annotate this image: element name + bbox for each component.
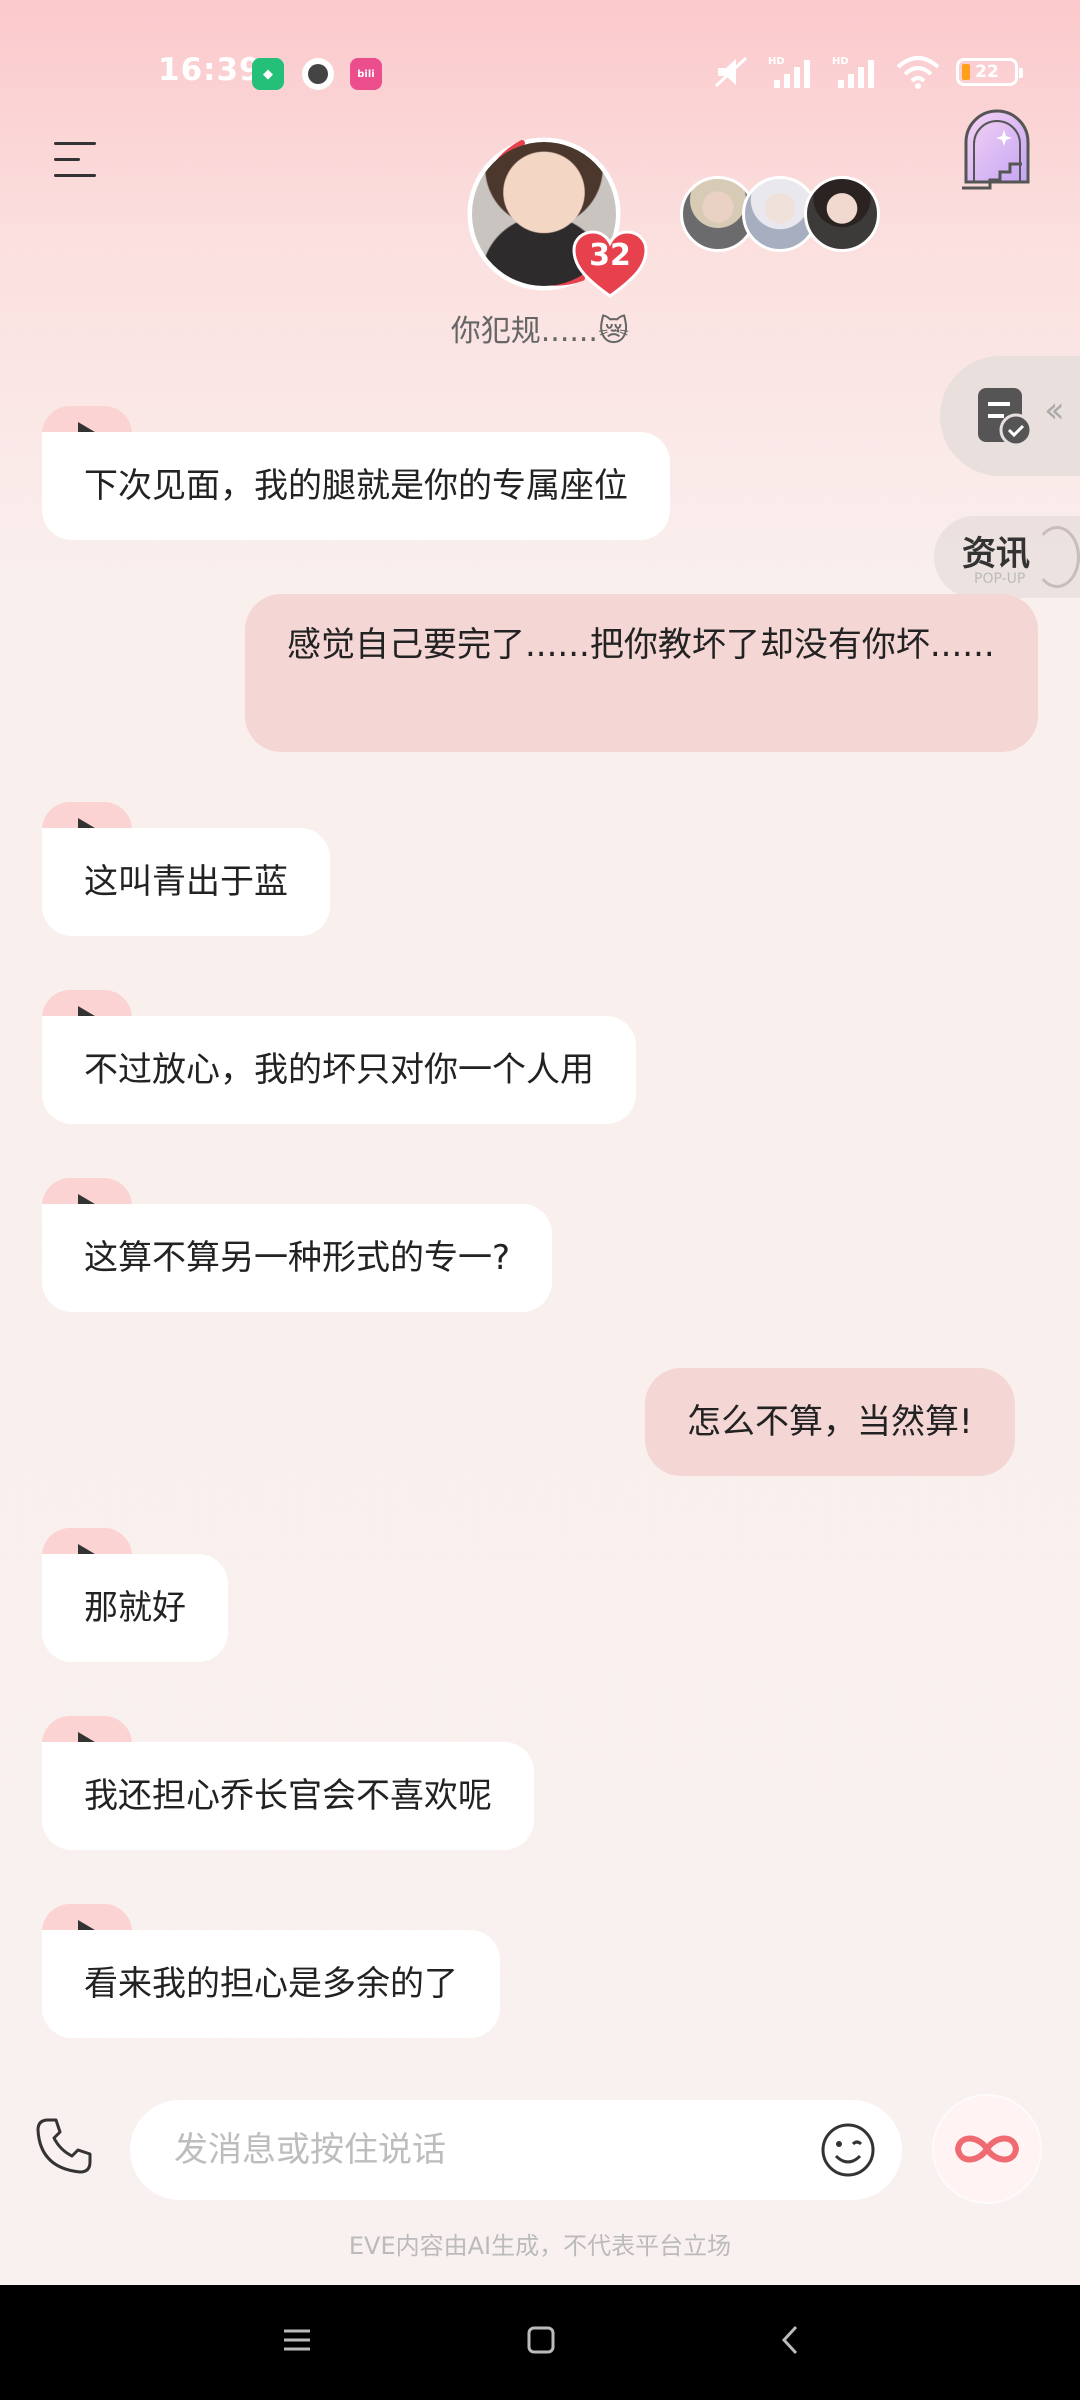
mute-icon <box>714 56 748 88</box>
message-text: 这叫青出于蓝 <box>42 828 330 936</box>
svg-text:HD: HD <box>768 56 785 67</box>
battery-icon: 22 <box>956 58 1023 86</box>
signal-hd-icon: HD <box>768 56 810 88</box>
wifi-icon <box>896 56 940 89</box>
message-text: 下次见面，我的腿就是你的专属座位 <box>42 432 670 540</box>
chat-area[interactable]: 下次见面，我的腿就是你的专属座位 感觉自己要完了......把你教坏了却没有你坏… <box>0 400 1080 2040</box>
message-text: 我还担心乔长官会不喜欢呢 <box>42 1742 534 1850</box>
message-text: 看来我的担心是多余的了 <box>42 1930 500 2038</box>
message-outgoing: 感觉自己要完了......把你教坏了却没有你坏...... <box>245 594 1038 752</box>
system-navigation-bar <box>0 2285 1080 2400</box>
message-input-container[interactable] <box>130 2100 902 2200</box>
svg-text:HD: HD <box>832 56 849 67</box>
phone-call-icon[interactable] <box>34 2116 94 2176</box>
infinity-icon <box>954 2135 1020 2163</box>
message-text: 不过放心，我的坏只对你一个人用 <box>42 1016 636 1124</box>
recent-apps-icon[interactable] <box>280 2323 314 2357</box>
system-icons: HD HD 22 <box>712 54 1023 90</box>
affinity-level: 32 <box>589 238 631 273</box>
affinity-heart-badge: 32 <box>572 230 648 298</box>
status-time: 16:39 <box>158 52 262 88</box>
message-text: 那就好 <box>42 1554 228 1662</box>
menu-button[interactable] <box>54 138 102 182</box>
ai-infinity-button[interactable] <box>934 2096 1040 2202</box>
message-input-bar <box>0 2080 1080 2220</box>
bilibili-notification-icon: bili <box>350 58 382 90</box>
status-bar: 16:39 ◆ bili HD HD 22 <box>0 0 1080 150</box>
emoji-icon[interactable] <box>820 2122 876 2178</box>
message-input[interactable] <box>174 2100 774 2200</box>
home-icon[interactable] <box>524 2323 558 2357</box>
arch-door-icon[interactable] <box>960 108 1034 190</box>
message-text: 这算不算另一种形式的专一? <box>42 1204 553 1312</box>
shield-notification-icon: ◆ <box>252 58 284 90</box>
signal-hd-icon: HD <box>832 56 874 88</box>
ai-disclaimer: EVE内容由AI生成，不代表平台立场 <box>348 2232 732 2260</box>
character-status-caption: 你犯规......😿 <box>450 314 630 349</box>
message-outgoing: 怎么不算，当然算! <box>645 1368 1015 1476</box>
avatar-notification-icon <box>302 58 334 90</box>
character-avatar-3[interactable] <box>804 176 880 252</box>
battery-level: 22 <box>975 62 999 82</box>
back-icon[interactable] <box>774 2323 808 2357</box>
